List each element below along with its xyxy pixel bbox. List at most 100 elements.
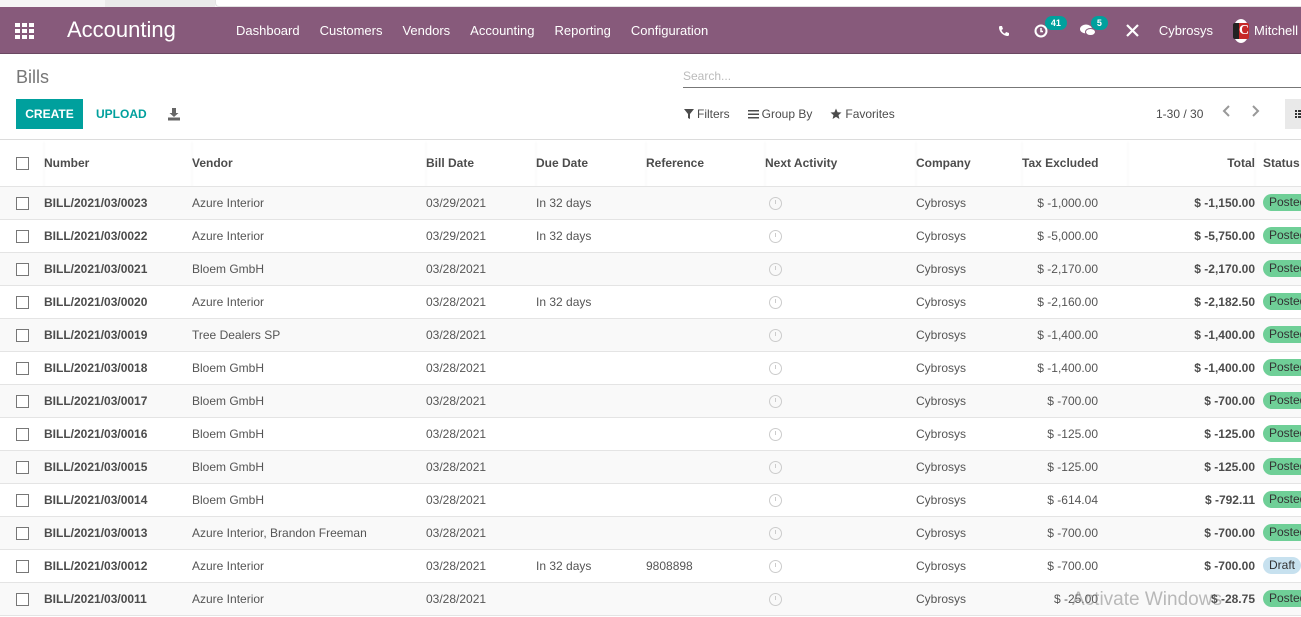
activity-clock-icon[interactable] (769, 493, 782, 507)
column-vendor[interactable]: Vendor (192, 140, 426, 187)
cell-status: Posted (1255, 186, 1301, 219)
tools-icon (1126, 24, 1139, 37)
avatar: C (1233, 18, 1249, 43)
column-due-date[interactable]: Due Date (536, 140, 646, 187)
menu-dashboard[interactable]: Dashboard (226, 7, 310, 54)
create-button[interactable]: CREATE (16, 99, 83, 129)
search-input[interactable] (683, 66, 1301, 86)
activity-clock-icon[interactable] (769, 196, 782, 210)
activity-clock-icon[interactable] (769, 427, 782, 441)
column-reference[interactable]: Reference (646, 140, 765, 187)
row-checkbox[interactable] (16, 493, 29, 507)
grid-apps-icon[interactable] (15, 23, 35, 39)
row-checkbox[interactable] (16, 559, 29, 573)
row-checkbox[interactable] (16, 262, 29, 276)
cell-company: Cybrosys (916, 492, 967, 507)
menu-accounting[interactable]: Accounting (460, 7, 544, 54)
column-bill-date[interactable]: Bill Date (426, 140, 536, 187)
pager-previous-button[interactable] (1219, 105, 1235, 121)
activity-clock-icon[interactable] (769, 295, 782, 309)
company-switcher[interactable]: Cybrosys (1159, 23, 1213, 38)
filters-button[interactable]: Filters (684, 107, 730, 121)
row-checkbox[interactable] (16, 328, 29, 342)
favorites-button[interactable]: Favorites (830, 107, 895, 121)
table-row[interactable]: BILL/2021/03/0021 Bloem GmbH 03/28/2021 Cyb… (0, 252, 1301, 285)
browser-tab-edge (105, 0, 215, 7)
table-row[interactable]: BILL/2021/03/0016 Bloem GmbH 03/28/2021 Cyb… (0, 417, 1301, 450)
row-checkbox[interactable] (16, 427, 29, 441)
upload-button[interactable]: UPLOAD (96, 99, 147, 129)
activity-clock-icon[interactable] (769, 592, 782, 606)
table-row[interactable]: BILL/2021/03/0019 Tree Dealers SP 03/28/20… (0, 318, 1301, 351)
row-checkbox[interactable] (16, 229, 29, 243)
menu-configuration[interactable]: Configuration (621, 7, 718, 54)
cell-reference (646, 417, 765, 450)
menu-vendors[interactable]: Vendors (392, 7, 460, 54)
menu-customers[interactable]: Customers (310, 7, 393, 54)
cell-due-date: In 32 days (536, 228, 592, 243)
column-tax-excluded[interactable]: Tax Excluded (1022, 140, 1128, 187)
phone-button[interactable] (998, 25, 1010, 37)
cell-total: $ -700.00 (1204, 525, 1255, 540)
activity-clock-icon[interactable] (769, 262, 782, 276)
cell-status: Posted (1255, 516, 1301, 549)
group-by-button[interactable]: Group By (747, 107, 812, 121)
table-row[interactable]: BILL/2021/03/0023 Azure Interior 03/29/202… (0, 186, 1301, 219)
table-row[interactable]: BILL/2021/03/0015 Bloem GmbH 03/28/2021 Cyb… (0, 450, 1301, 483)
column-next-activity[interactable]: Next Activity (765, 140, 916, 187)
table-row[interactable]: BILL/2021/03/0011 Azure Interior 03/28/202… (0, 582, 1301, 615)
row-select-cell (0, 351, 44, 384)
cell-company: Cybrosys (916, 459, 967, 474)
app-title[interactable]: Accounting (67, 17, 176, 43)
activities-button[interactable]: 41 (1034, 15, 1067, 38)
cell-bill-date: 03/28/2021 (426, 393, 487, 408)
row-checkbox[interactable] (16, 592, 29, 606)
activity-clock-icon[interactable] (769, 526, 782, 540)
activity-clock-icon[interactable] (769, 229, 782, 243)
messages-button[interactable]: 5 (1079, 16, 1108, 37)
row-checkbox[interactable] (16, 361, 29, 375)
row-checkbox[interactable] (16, 460, 29, 474)
table-row[interactable]: BILL/2021/03/0012 Azure Interior 03/28/202… (0, 549, 1301, 582)
table-row[interactable]: BILL/2021/03/0020 Azure Interior 03/28/202… (0, 285, 1301, 318)
row-checkbox[interactable] (16, 196, 29, 210)
select-all-checkbox[interactable] (16, 156, 29, 170)
activity-clock-icon[interactable] (769, 460, 782, 474)
pager-value[interactable]: 1-30 / 30 (1156, 107, 1203, 121)
cell-tax-excluded: $ -2,160.00 (1037, 294, 1098, 309)
cell-company: Cybrosys (916, 525, 967, 540)
user-menu[interactable]: C Mitchell Admin (1233, 18, 1301, 43)
table-row[interactable]: BILL/2021/03/0018 Bloem GmbH 03/28/2021 Cyb… (0, 351, 1301, 384)
table-row[interactable]: BILL/2021/03/0013 Azure Interior, Brandon… (0, 516, 1301, 549)
pager-next-button[interactable] (1247, 105, 1263, 121)
cell-reference (646, 450, 765, 483)
column-total[interactable]: Total (1128, 140, 1255, 187)
cell-number: BILL/2021/03/0022 (44, 228, 148, 243)
messages-count-badge: 5 (1090, 16, 1108, 30)
cell-reference (646, 186, 765, 219)
column-company[interactable]: Company (916, 140, 1022, 187)
cell-total: $ -792.11 (1204, 492, 1255, 507)
download-icon[interactable] (167, 107, 181, 121)
row-checkbox[interactable] (16, 394, 29, 408)
column-number[interactable]: Number (44, 140, 192, 187)
row-select-cell (0, 582, 44, 615)
browser-address-edge (215, 0, 1301, 7)
activity-clock-icon[interactable] (769, 328, 782, 342)
debug-tools-button[interactable] (1126, 24, 1139, 37)
cell-vendor: Azure Interior (192, 294, 265, 309)
table-row[interactable]: BILL/2021/03/0014 Bloem GmbH 03/28/2021 Cyb… (0, 483, 1301, 516)
table-row[interactable]: BILL/2021/03/0022 Azure Interior 03/29/202… (0, 219, 1301, 252)
list-view-button[interactable] (1285, 99, 1301, 129)
cell-vendor: Bloem GmbH (192, 459, 265, 474)
table-row[interactable]: BILL/2021/03/0017 Bloem GmbH 03/28/2021 Cyb… (0, 384, 1301, 417)
activity-clock-icon[interactable] (769, 361, 782, 375)
row-select-cell (0, 483, 44, 516)
activity-clock-icon[interactable] (769, 559, 782, 573)
activity-clock-icon[interactable] (769, 394, 782, 408)
menu-reporting[interactable]: Reporting (545, 7, 621, 54)
row-checkbox[interactable] (16, 295, 29, 309)
column-status[interactable]: Status (1255, 140, 1301, 187)
cell-due-date (536, 351, 646, 384)
row-checkbox[interactable] (16, 526, 29, 540)
